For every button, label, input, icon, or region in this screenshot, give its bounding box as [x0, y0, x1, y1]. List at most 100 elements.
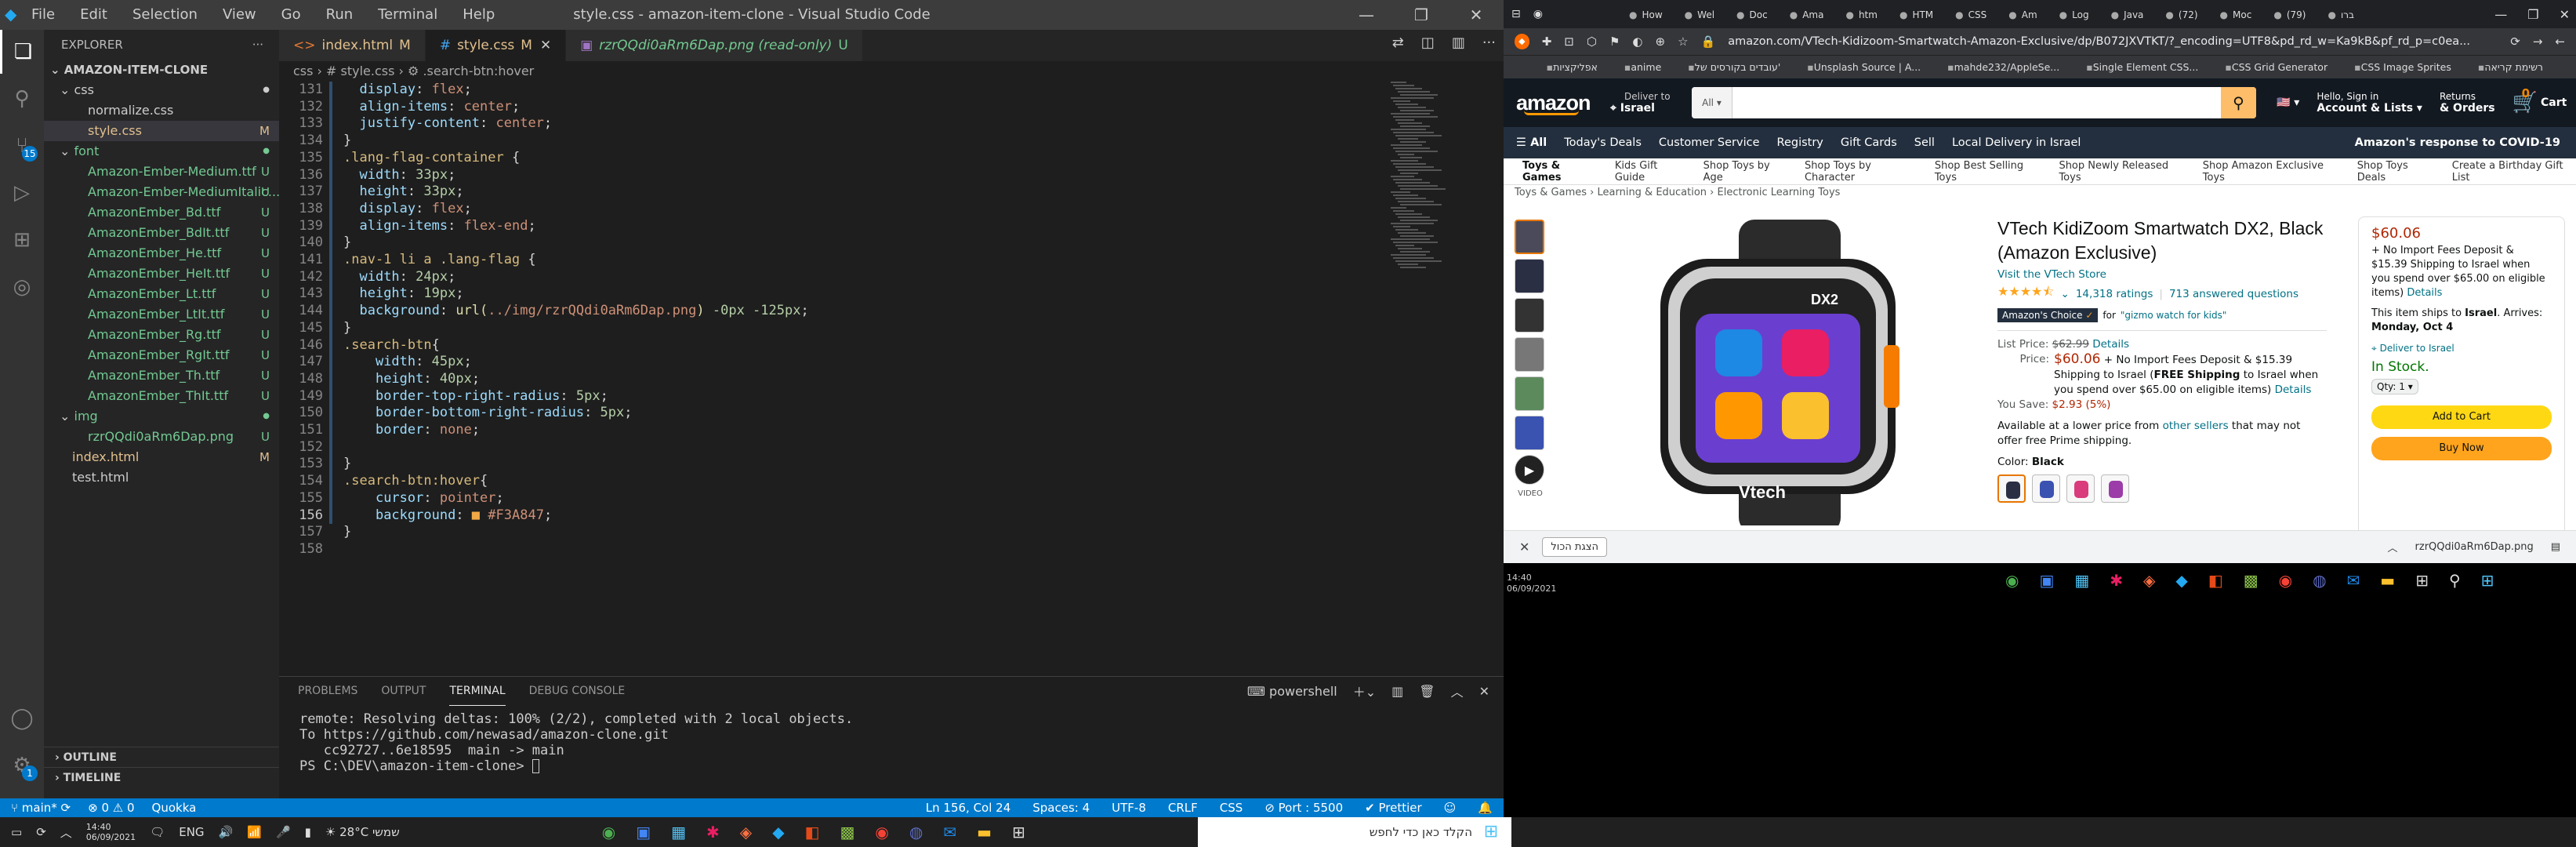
file-item[interactable]: AmazonEmber_ThIt.ttf U [44, 386, 279, 406]
back-icon[interactable]: ← [2555, 35, 2565, 49]
subnav-item[interactable]: Shop Best Selling Toys [1935, 160, 2042, 184]
file-item[interactable]: AmazonEmber_LtIt.ttf U [44, 304, 279, 325]
battery-icon[interactable]: ▮ [305, 825, 311, 839]
bookmark-item[interactable]: ▪רשימת קריאה [2473, 61, 2543, 73]
code-line[interactable]: } [343, 456, 351, 471]
subnav-item[interactable]: Shop Toys by Character [1805, 160, 1917, 184]
forward-icon[interactable]: → [2533, 35, 2543, 49]
language-status[interactable]: CSS [1220, 798, 1243, 817]
chrome-tab[interactable]: ● (72) [2165, 9, 2197, 20]
extension-icon[interactable]: ◆ [1515, 34, 1529, 49]
close-icon[interactable]: ✕ [1449, 0, 1504, 30]
mic-icon[interactable]: 🎤 [276, 825, 291, 839]
weather-widget[interactable]: ☀ 28°C שמשי [325, 825, 400, 839]
code-line[interactable]: align-items: center; [343, 99, 520, 115]
file-item[interactable]: AmazonEmber_Rg.ttf U [44, 325, 279, 345]
meet-app-icon[interactable]: ▣ [2039, 571, 2054, 590]
bookmark-item[interactable]: ▪Unsplash Source | A... [1802, 61, 1921, 73]
chrome-tab[interactable]: ● Am [2008, 9, 2037, 20]
code-line[interactable]: background: url(../img/rzrQQdi0aRm6Dap.p… [343, 303, 808, 318]
eol-status[interactable]: CRLF [1168, 798, 1198, 817]
chrome-tab[interactable]: ● How [1629, 9, 1663, 20]
panel-tab-debug-console[interactable]: DEBUG CONSOLE [529, 677, 626, 705]
chrome-tab[interactable]: ● HTM [1899, 9, 1933, 20]
star-rating[interactable]: ★★★★⯪ [1997, 283, 2055, 304]
file-item[interactable]: AmazonEmber_RgIt.ttf U [44, 345, 279, 365]
file-item[interactable]: index.html M [44, 447, 279, 467]
show-all-downloads-button[interactable]: הצגת הכול [1542, 537, 1607, 557]
bookmark-star-icon[interactable]: ☆ [1678, 35, 1688, 49]
split-terminal-icon[interactable]: ▥ [1391, 684, 1403, 699]
slack-app-icon[interactable]: ✱ [706, 823, 720, 842]
image-thumbnail[interactable] [1515, 220, 1544, 254]
code-line[interactable]: border-bottom-right-radius: 5px; [343, 405, 633, 420]
code-line[interactable]: display: flex; [343, 82, 471, 97]
open-changes-icon[interactable]: ⇄ [1392, 35, 1404, 51]
source-control-icon[interactable]: ⑂ 15 [0, 124, 44, 168]
code-line[interactable]: cursor: pointer; [343, 490, 504, 506]
office-app-icon[interactable]: ◧ [805, 823, 820, 842]
code-line[interactable]: display: flex; [343, 201, 471, 216]
toolbar-icon-3[interactable]: ⚑ [1609, 35, 1620, 49]
account-lists[interactable]: Hello, Sign in Account & Lists ▾ [2317, 91, 2422, 115]
code-line[interactable]: .search-btn:hover{ [343, 473, 488, 489]
indentation-status[interactable]: Spaces: 4 [1032, 798, 1090, 817]
subnav-item[interactable]: Shop Amazon Exclusive Toys [2203, 160, 2340, 184]
kill-terminal-icon[interactable]: 🗑 [1419, 684, 1435, 699]
color-swatch[interactable] [1997, 474, 2026, 503]
subnav-item[interactable]: Create a Birthday Gift List [2452, 160, 2576, 184]
subnav-item[interactable]: Kids Gift Guide [1615, 160, 1686, 184]
image-thumbnail[interactable] [1515, 298, 1544, 333]
chrome-tab[interactable]: ● htm [1845, 9, 1877, 20]
ratings-count[interactable]: 14,318 ratings [2076, 288, 2153, 300]
close-tab-icon[interactable]: ✕ [540, 38, 551, 53]
meet-app-icon[interactable]: ▣ [636, 823, 651, 842]
file-item[interactable]: rzrQQdi0aRm6Dap.png U [44, 427, 279, 447]
covid-response-link[interactable]: Amazon's response to COVID-19 [2355, 136, 2560, 149]
close-panel-icon[interactable]: ✕ [1479, 684, 1489, 699]
photos-app-icon[interactable]: ▦ [2074, 571, 2089, 590]
chrome-tab[interactable]: ● Wel [1685, 9, 1714, 20]
store-link[interactable]: Visit the VTech Store [1997, 268, 2327, 281]
file-item[interactable]: AmazonEmber_HeIt.ttf U [44, 264, 279, 284]
photos-app-icon[interactable]: ▦ [671, 823, 686, 842]
app-icon-5[interactable]: ◈ [740, 823, 752, 842]
menu-edit[interactable]: Edit [69, 0, 118, 30]
amazon-breadcrumb[interactable]: Toys & Games › Learning & Education › El… [1515, 187, 1840, 198]
code-line[interactable]: } [343, 320, 351, 336]
live-server-status[interactable]: ⊘ Port : 5500 [1264, 798, 1343, 817]
settings-gear-icon[interactable]: ⚙ 1 [0, 743, 44, 787]
more-actions-icon[interactable]: ··· [252, 30, 263, 60]
explorer-app-icon[interactable]: ▬ [977, 823, 992, 842]
chrome-tab[interactable]: ● Log [2059, 9, 2089, 20]
buybox-deliver-to[interactable]: ⌖ Deliver to Israel [2371, 341, 2552, 355]
app-icon-8[interactable]: ▩ [2244, 571, 2259, 590]
menu-run[interactable]: Run [315, 0, 365, 30]
bookmark-item[interactable]: ▪אפליקציות [1542, 61, 1598, 73]
taskbar-search-input[interactable]: הקלד כאן כדי לחפש [1198, 817, 1511, 847]
amazon-nav-item[interactable]: Customer Service [1659, 136, 1760, 149]
toolbar-icon-5[interactable]: ⊕ [1656, 35, 1666, 49]
project-root[interactable]: ⌄ AMAZON-ITEM-CLONE [44, 60, 279, 80]
minimize-icon[interactable]: — [2494, 7, 2507, 22]
code-line[interactable]: height: 40px; [343, 371, 480, 387]
prettier-status[interactable]: ✔ Prettier [1365, 798, 1422, 817]
close-download-bar-icon[interactable]: ✕ [1519, 540, 1529, 554]
bookmark-item[interactable]: ▪Single Element CSS... [2081, 61, 2198, 73]
menu-view[interactable]: View [212, 0, 267, 30]
extensions-icon[interactable]: ⊞ [0, 218, 44, 262]
folder-item[interactable]: ⌄ img ● [44, 406, 279, 427]
taskbar-clock[interactable]: 14:40 06/09/2021 [86, 822, 136, 842]
code-line[interactable]: } [343, 133, 351, 148]
app-icon-8[interactable]: ▩ [840, 823, 854, 842]
taskview-icon[interactable]: ⊞ [1012, 823, 1025, 842]
windows-start-icon[interactable]: ⊞ [1478, 817, 1504, 847]
chrome-tab[interactable]: ● Java [2111, 9, 2144, 20]
folder-item[interactable]: ⌄ font ● [44, 141, 279, 162]
address-bar[interactable]: amazon.com/VTech-Kidizoom-Smartwatch-Ama… [1728, 35, 2498, 48]
explorer-app-icon[interactable]: ▬ [2380, 571, 2395, 590]
amazon-nav-item[interactable]: Registry [1777, 136, 1823, 149]
price-details-link[interactable]: Details [2275, 384, 2312, 396]
file-item[interactable]: normalize.css [44, 100, 279, 121]
image-thumbnail[interactable] [1515, 416, 1544, 450]
